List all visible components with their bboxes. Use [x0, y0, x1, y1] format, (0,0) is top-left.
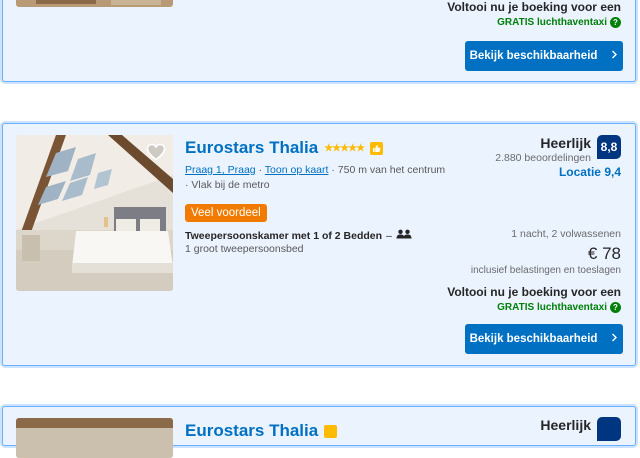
review-text: Heerlijk 2.880 beoordelingen: [495, 135, 591, 164]
hotel-photo[interactable]: [16, 418, 173, 458]
hotel-card-previous: Voltooi nu je boeking voor een GRATIS lu…: [2, 0, 636, 82]
check-availability-button[interactable]: Bekijk beschikbaarheid: [465, 41, 623, 71]
check-availability-label: Bekijk beschikbaarheid: [469, 50, 598, 62]
thumbs-up-icon[interactable]: [324, 424, 338, 438]
hotel-name-link[interactable]: Eurostars Thalia: [185, 138, 318, 158]
review-score-badge: 8,8: [597, 135, 621, 159]
location-line: Praag 1, Praag · Toon op kaart · 750 m v…: [185, 164, 445, 176]
deal-badge: Veel voordeel: [185, 204, 267, 222]
price-note: inclusief belastingen en toeslagen: [470, 265, 621, 276]
help-icon[interactable]: ?: [610, 302, 621, 313]
distance-text: 750 m van het centrum: [337, 164, 446, 176]
help-icon[interactable]: ?: [610, 17, 621, 28]
room-type-line: Tweepersoonskamer met 1 of 2 Bedden –: [185, 229, 412, 242]
review-word: Heerlijk: [540, 135, 591, 151]
star-rating: ★★★★★: [324, 142, 365, 154]
room-type-text: Tweepersoonskamer met 1 of 2 Bedden: [185, 229, 383, 242]
hotel-card-next: Eurostars Thalia Heerlijk: [2, 406, 636, 458]
city-link[interactable]: Praag 1, Praag: [185, 164, 256, 176]
hotel-name-row: Eurostars Thalia ★★★★★: [185, 138, 384, 158]
check-availability-label: Bekijk beschikbaarheid: [469, 333, 598, 345]
hotel-photo[interactable]: [16, 0, 173, 7]
review-score-badge: [597, 417, 621, 441]
metro-text: Vlak bij de metro: [191, 179, 270, 191]
favorite-heart-icon[interactable]: [145, 141, 167, 163]
price: € 78: [587, 244, 621, 263]
metro-line: · Vlak bij de metro: [185, 179, 270, 191]
hotel-photo[interactable]: [16, 135, 173, 291]
two-persons-icon: [396, 229, 412, 242]
free-taxi-text: GRATIS luchthaventaxi ?: [497, 302, 621, 313]
free-taxi-text: GRATIS luchthaventaxi ?: [497, 17, 621, 28]
review-word: Heerlijk: [540, 417, 591, 433]
free-taxi-label: GRATIS luchthaventaxi: [497, 302, 607, 313]
show-on-map-link[interactable]: Toon op kaart: [265, 164, 329, 176]
thumbs-up-icon[interactable]: [370, 141, 384, 155]
review-text: Heerlijk: [540, 417, 591, 433]
hotel-name-row: Eurostars Thalia: [185, 421, 338, 441]
bed-type-text: 1 groot tweepersoonsbed: [185, 243, 304, 255]
review-count: 2.880 beoordelingen: [495, 152, 591, 164]
review-block[interactable]: Heerlijk 2.880 beoordelingen 8,8: [495, 135, 621, 164]
chevron-right-icon: [611, 333, 618, 345]
stay-info: 1 nacht, 2 volwassenen: [511, 228, 621, 240]
hotel-name-link[interactable]: Eurostars Thalia: [185, 421, 318, 441]
free-taxi-label: GRATIS luchthaventaxi: [497, 17, 607, 28]
hotel-card: Eurostars Thalia ★★★★★ Praag 1, Praag · …: [2, 123, 636, 366]
review-block[interactable]: Heerlijk: [540, 417, 621, 441]
room-dash: –: [386, 229, 392, 242]
check-availability-button[interactable]: Bekijk beschikbaarheid: [465, 324, 623, 354]
chevron-right-icon: [611, 50, 618, 62]
complete-booking-text: Voltooi nu je boeking voor een: [447, 0, 621, 14]
location-score: Locatie 9,4: [558, 165, 621, 179]
complete-booking-text: Voltooi nu je boeking voor een: [447, 285, 621, 299]
